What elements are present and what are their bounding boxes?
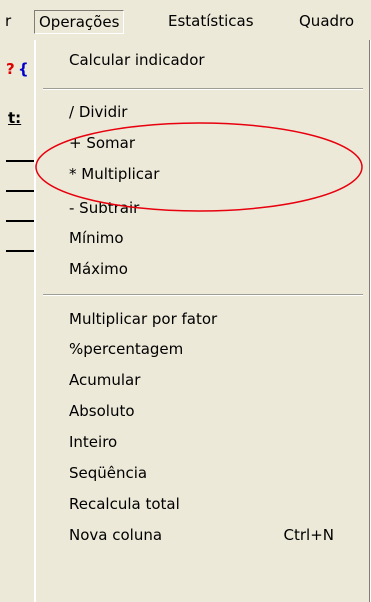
menu-bar-item-partial[interactable]: r <box>5 10 11 32</box>
menu-quadro[interactable]: Quadro <box>299 10 354 32</box>
menu-item-minimo[interactable]: Mínimo <box>69 224 124 252</box>
menu-item-multiplicar[interactable]: * Multiplicar <box>69 160 159 188</box>
shortcut-ctrl-n: Ctrl+N <box>283 526 334 544</box>
menu-item-somar[interactable]: + Somar <box>69 129 135 157</box>
menu-estatisticas[interactable]: Estatísticas <box>168 10 254 32</box>
menu-item-percentagem[interactable]: %percentagem <box>69 335 183 363</box>
strip-divider <box>6 190 34 192</box>
menu-item-nova-coluna[interactable]: Nova coluna <box>69 521 162 549</box>
menu-separator <box>43 88 363 90</box>
strip-divider <box>6 250 34 252</box>
menu-item-dividir[interactable]: / Dividir <box>69 98 127 126</box>
menu-item-multiplicar-por-fator[interactable]: Multiplicar por fator <box>69 305 217 333</box>
red-glyph: ? <box>6 60 15 78</box>
menu-item-calcular-indicador[interactable]: Calcular indicador <box>69 46 205 74</box>
menu-separator <box>43 294 363 296</box>
menu-item-maximo[interactable]: Máximo <box>69 255 128 283</box>
blue-glyph: { <box>18 60 29 78</box>
menu-item-subtrair[interactable]: - Subtrair <box>69 194 139 222</box>
menu-item-sequencia[interactable]: Seqüência <box>69 459 147 487</box>
strip-divider <box>6 220 34 222</box>
menu-bar: r Operações Estatísticas Quadro <box>0 0 371 40</box>
menu-operacoes[interactable]: Operações <box>34 10 125 34</box>
black-glyph: t: <box>8 109 22 127</box>
strip-divider <box>6 160 34 162</box>
menu-item-recalcula-total[interactable]: Recalcula total <box>69 490 180 518</box>
background-window-strip: ? { t: <box>0 40 35 602</box>
menu-item-acumular[interactable]: Acumular <box>69 366 140 394</box>
menu-item-absoluto[interactable]: Absoluto <box>69 397 135 425</box>
operacoes-dropdown-menu: Calcular indicador / Dividir + Somar * M… <box>34 40 370 602</box>
menu-item-inteiro[interactable]: Inteiro <box>69 428 117 456</box>
